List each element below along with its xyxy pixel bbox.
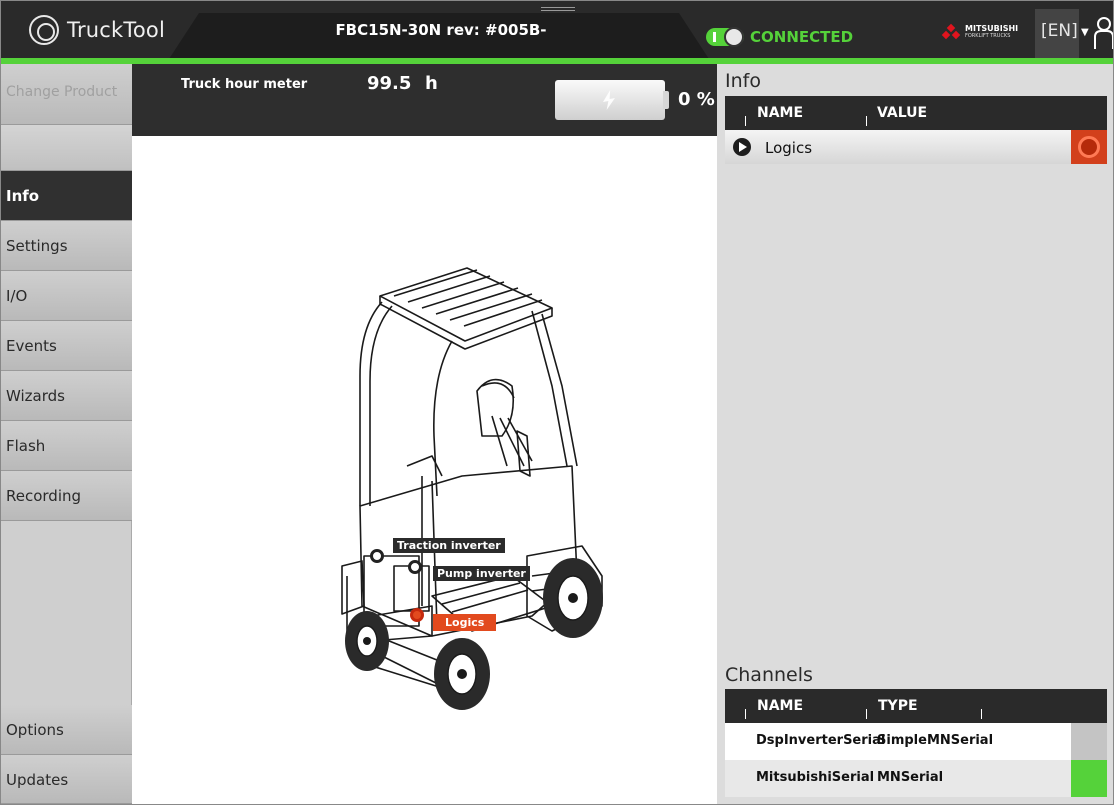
mitsubishi-diamonds-icon (941, 23, 961, 40)
info-col-name[interactable]: NAME (757, 105, 803, 121)
toggle-on-icon (713, 32, 716, 42)
brand-name: MITSUBISHI (965, 24, 1019, 33)
channel-name: DspInverterSerial (756, 733, 886, 748)
sidebar-item-updates[interactable]: Updates (1, 755, 132, 804)
channels-col-type[interactable]: TYPE (878, 698, 918, 714)
forklift-illustration (341, 267, 603, 710)
channels-section-title: Channels (725, 664, 813, 686)
drag-handle-icon[interactable] (541, 7, 575, 11)
channel-name: MitsubishiSerial (756, 770, 875, 785)
sidebar-item-info[interactable]: Info (1, 171, 132, 221)
hour-meter-value: 99.5 (367, 73, 412, 94)
col-divider (866, 116, 867, 126)
channel-status-indicator (1071, 760, 1107, 797)
sidebar-item-wizards[interactable]: Wizards (1, 371, 132, 421)
app-name: TruckTool (67, 18, 165, 42)
sidebar-item-io[interactable]: I/O (1, 271, 132, 321)
channel-type: MNSerial (877, 770, 944, 785)
sidebar-item-settings[interactable]: Settings (1, 221, 132, 271)
channel-row[interactable]: DspInverterSerial SimpleMNSerial (725, 723, 1107, 760)
pump-inverter-label[interactable]: Pump inverter (433, 566, 530, 581)
sidebar-item-change-product[interactable]: Change Product (1, 64, 132, 125)
channel-type: SimpleMNSerial (877, 733, 994, 748)
sidebar-item-flash[interactable]: Flash (1, 421, 132, 471)
chevron-down-icon[interactable]: ▼ (1081, 27, 1089, 38)
sidebar-item-events[interactable]: Events (1, 321, 132, 371)
channels-table-header: NAME TYPE (725, 689, 1107, 723)
col-divider (981, 709, 982, 719)
error-status-icon (1071, 130, 1107, 164)
toggle-knob (724, 27, 744, 47)
sidebar-item-blank (1, 125, 132, 171)
logics-label[interactable]: Logics (433, 614, 497, 631)
mitsubishi-logo: MITSUBISHI FORKLIFT TRUCKS (941, 23, 1019, 40)
trucktool-logo-icon (29, 15, 59, 45)
traction-inverter-label[interactable]: Traction inverter (393, 538, 505, 553)
product-title: FBC15N-30N rev: #005B- (335, 21, 547, 39)
channel-status-indicator (1071, 723, 1107, 760)
app-window: TruckTool FBC15N-30N rev: #005B- CONNECT… (0, 0, 1114, 805)
sidebar: Change Product Info Settings I/O Events … (1, 64, 132, 804)
col-divider (745, 116, 746, 126)
battery-tip (663, 91, 669, 109)
info-col-value[interactable]: VALUE (877, 105, 927, 121)
hour-meter-label: Truck hour meter (181, 77, 308, 92)
connection-toggle[interactable] (706, 27, 744, 47)
channel-row[interactable]: MitsubishiSerial MNSerial (725, 760, 1107, 797)
user-icon[interactable] (1093, 13, 1113, 51)
sidebar-item-recording[interactable]: Recording (1, 471, 132, 521)
info-table-header: NAME VALUE (725, 96, 1107, 130)
truck-diagram-area: Traction inverter Pump inverter Logics (132, 136, 717, 804)
brand-sub: FORKLIFT TRUCKS (965, 33, 1011, 39)
info-row-name: Logics (765, 139, 813, 157)
meter-header: Truck hour meter 99.5 h 0 % (132, 64, 717, 136)
battery-percent: 0 % (678, 89, 715, 110)
connection-status: CONNECTED (750, 28, 854, 46)
hour-meter-unit: h (425, 73, 438, 94)
charging-bolt-icon (603, 90, 615, 110)
traction-inverter-marker[interactable] (370, 549, 384, 563)
sidebar-item-options[interactable]: Options (1, 705, 132, 755)
logics-marker[interactable] (410, 608, 424, 622)
info-section-title: Info (725, 70, 761, 92)
battery-icon (555, 80, 665, 120)
col-divider (745, 709, 746, 719)
expand-play-icon[interactable] (733, 138, 751, 156)
top-bar: TruckTool FBC15N-30N rev: #005B- CONNECT… (1, 1, 1113, 64)
col-divider (866, 709, 867, 719)
info-row-logics[interactable]: Logics (725, 130, 1107, 164)
app-logo: TruckTool (29, 15, 165, 45)
pump-inverter-marker[interactable] (408, 560, 422, 574)
right-panel: Info NAME VALUE Logics Channels NAME TYP… (717, 64, 1113, 804)
language-select[interactable]: [EN] (1035, 9, 1079, 59)
channels-col-name[interactable]: NAME (757, 698, 803, 714)
